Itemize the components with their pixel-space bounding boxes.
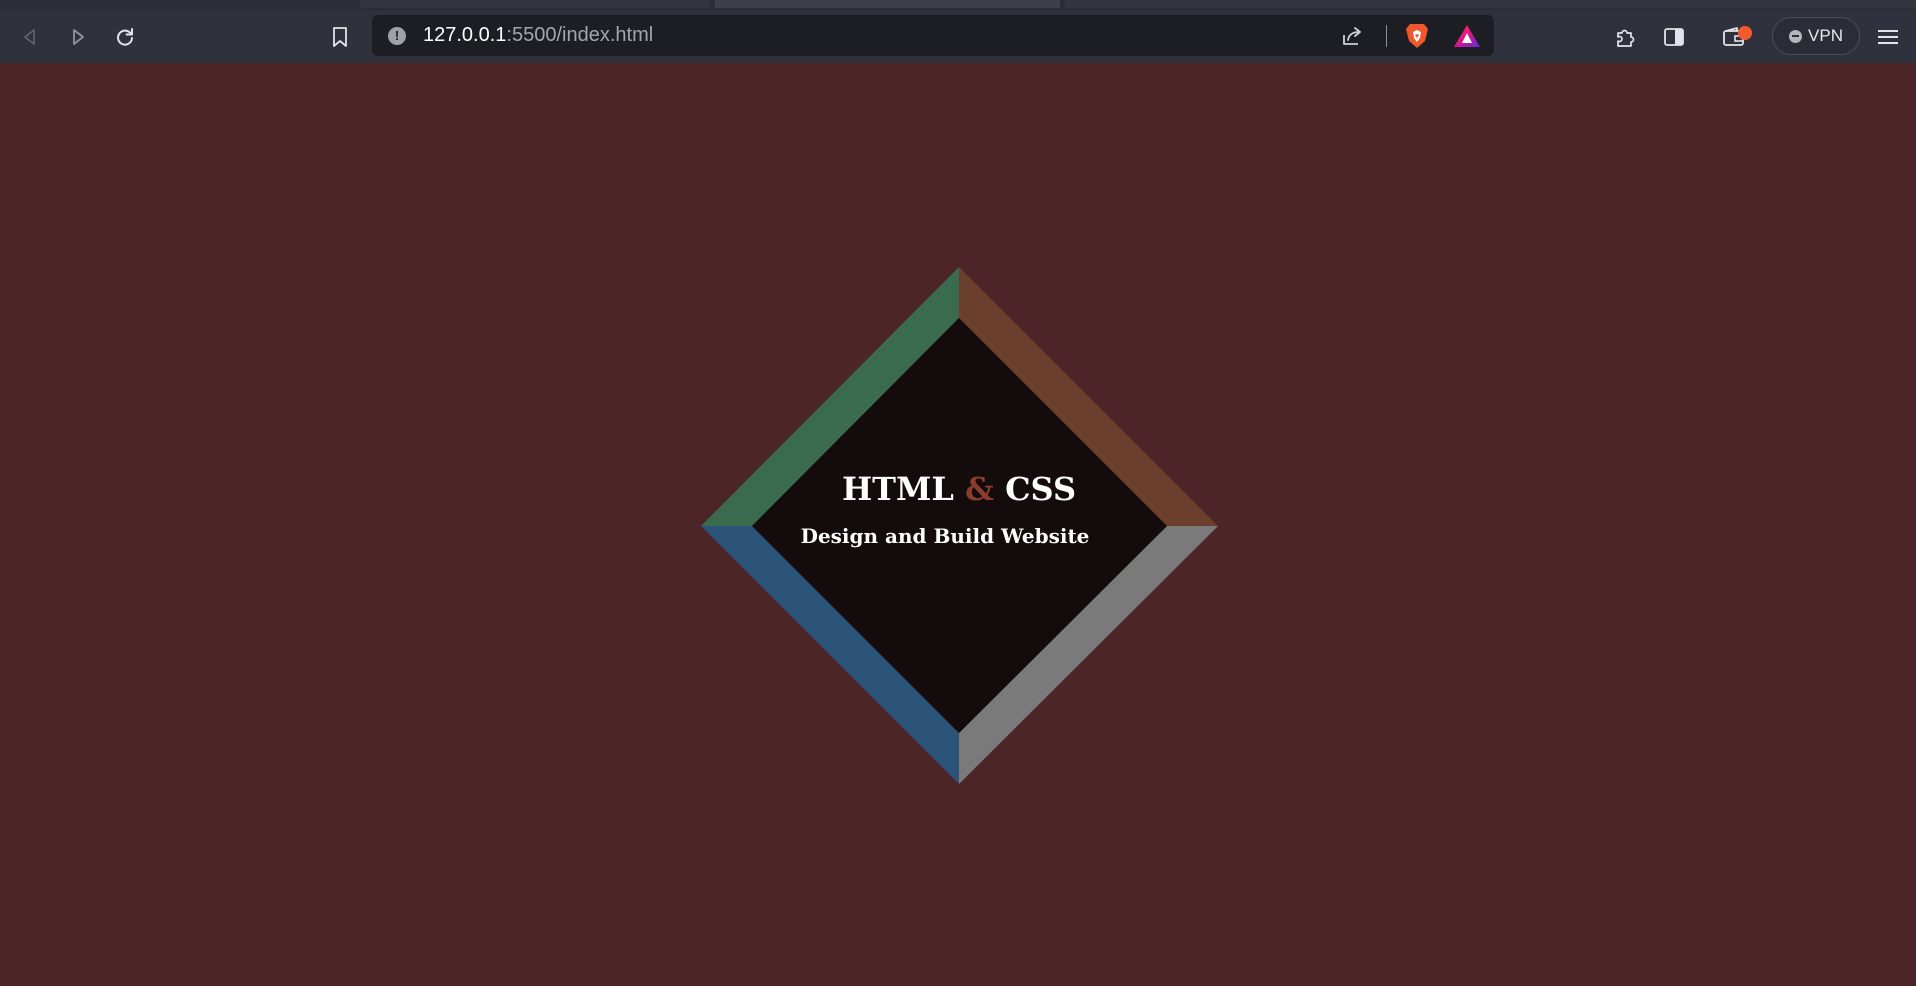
brave-rewards-triangle-icon: [1454, 25, 1480, 47]
notification-badge: [1738, 26, 1752, 40]
sidebar-icon: [1664, 28, 1684, 46]
forward-arrow-icon: [73, 29, 84, 45]
info-icon[interactable]: !: [388, 27, 406, 45]
menu-button[interactable]: [1872, 21, 1904, 53]
title-css: CSS: [1005, 470, 1077, 508]
page-title: HTML & CSS: [759, 470, 1159, 508]
sidebar-button[interactable]: [1658, 21, 1690, 53]
url-text[interactable]: 127.0.0.1:5500/index.html: [423, 15, 653, 56]
share-icon: [1343, 27, 1361, 45]
extensions-button[interactable]: [1610, 21, 1642, 53]
tab-active[interactable]: [715, 0, 1060, 8]
vpn-button[interactable]: VPN: [1772, 17, 1860, 55]
title-html: HTML: [841, 470, 954, 508]
bookmark-button[interactable]: [324, 21, 356, 53]
back-arrow-icon: [24, 29, 35, 45]
omnibox-separator: [1386, 25, 1387, 47]
tab-inactive-right[interactable]: [1065, 0, 1916, 8]
reload-icon: [117, 28, 133, 46]
puzzle-icon: [1617, 29, 1635, 47]
vpn-status-icon: [1789, 29, 1803, 43]
brave-lion-icon: [1406, 24, 1428, 48]
url-host: 127.0.0.1: [423, 24, 507, 46]
hamburger-menu-icon: [1878, 30, 1898, 44]
tab-strip: [0, 0, 1916, 10]
tab-inactive[interactable]: [360, 0, 710, 8]
brave-rewards-button[interactable]: [1452, 23, 1482, 54]
page-body: HTML & CSS Design and Build Website: [0, 63, 1916, 986]
back-button[interactable]: [14, 21, 46, 53]
url-path: :5500/index.html: [506, 24, 654, 46]
vpn-label: VPN: [1808, 26, 1843, 45]
brave-shields-button[interactable]: [1405, 22, 1429, 55]
wallet-button[interactable]: [1714, 21, 1754, 53]
reload-button[interactable]: [109, 21, 141, 53]
title-ampersand: &: [965, 470, 994, 508]
browser-toolbar: ! 127.0.0.1:5500/index.html VPN: [0, 10, 1916, 63]
address-bar[interactable]: ! 127.0.0.1:5500/index.html: [372, 15, 1494, 56]
forward-button[interactable]: [62, 21, 94, 53]
page-subtitle: Design and Build Website: [800, 524, 1090, 548]
tab-inactive-left[interactable]: [0, 0, 355, 8]
bookmark-icon: [333, 27, 347, 47]
share-button[interactable]: [1340, 24, 1364, 53]
